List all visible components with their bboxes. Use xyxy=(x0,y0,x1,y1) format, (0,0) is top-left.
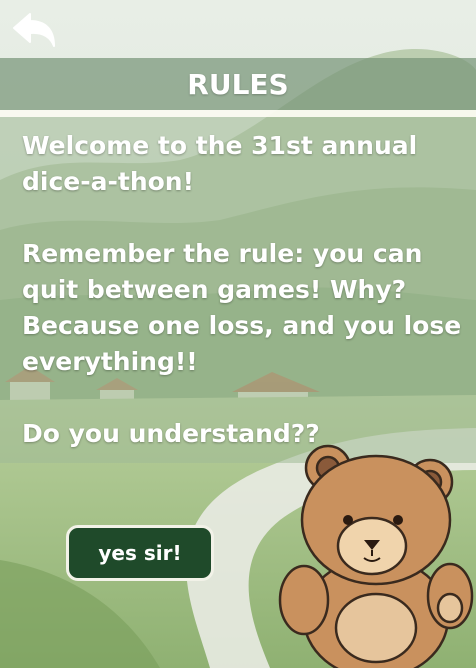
rules-intro: Welcome to the 31st annual dice-a-thon! xyxy=(22,131,418,196)
title-bar: RULES xyxy=(0,58,476,110)
teddy-bear-mascot xyxy=(278,444,474,668)
rules-main: Remember the rule: you can quit between … xyxy=(22,239,462,376)
page-title: RULES xyxy=(187,68,289,101)
confirm-button[interactable]: yes sir! xyxy=(66,525,214,581)
back-arrow-icon xyxy=(13,13,55,47)
rules-text: Welcome to the 31st annual dice-a-thon! … xyxy=(22,128,462,452)
back-button[interactable] xyxy=(10,6,62,52)
title-divider xyxy=(0,110,476,117)
